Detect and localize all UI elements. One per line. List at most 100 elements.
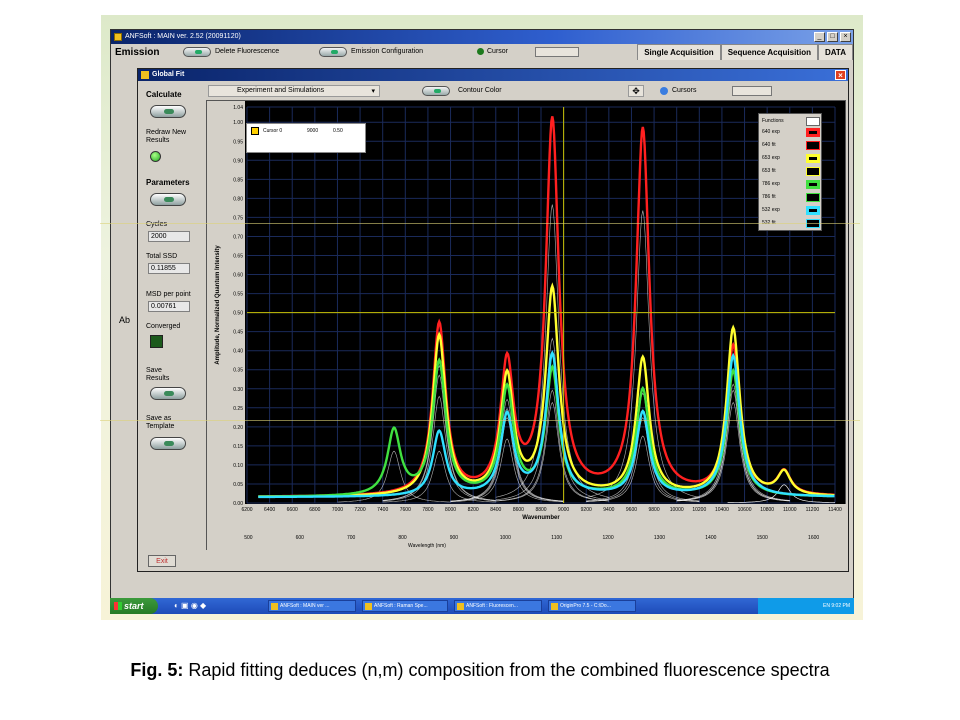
- y-tick-label: 0.10: [233, 463, 243, 469]
- wavelength-tick-label: 600: [296, 535, 305, 541]
- system-tray: EN 9:02 PM: [758, 598, 854, 614]
- wavelength-tick-label: 500: [244, 535, 253, 541]
- screenshot: ANFSoft : MAIN ver. 2.52 (20091120) _ □ …: [101, 15, 863, 620]
- cycles-field[interactable]: 2000: [148, 231, 190, 242]
- msd-field: 0.00761: [148, 301, 190, 312]
- tab-data[interactable]: DATA: [817, 44, 853, 60]
- task-main[interactable]: ANFSoft : MAIN ver ...: [268, 600, 356, 612]
- cursor-label: Cursor: [487, 48, 509, 55]
- redraw-led[interactable]: [150, 151, 161, 162]
- save-template-button[interactable]: [150, 437, 186, 450]
- legend-swatch: [806, 128, 820, 137]
- y-tick-label: 0.15: [233, 444, 243, 450]
- wavelength-tick-label: 1300: [654, 535, 665, 541]
- legend-item[interactable]: 653 fit: [761, 166, 821, 177]
- delete-fluorescence-toggle[interactable]: [183, 47, 211, 57]
- wavelength-tick-label: 800: [398, 535, 407, 541]
- wavelength-axis-label: Wavelength (nm): [408, 543, 446, 549]
- dialog-close-icon[interactable]: ×: [835, 70, 846, 80]
- minimize-icon[interactable]: _: [814, 32, 825, 42]
- x-tick-label: 8000: [445, 507, 456, 513]
- task-fluorescence[interactable]: ANFSoft : Fluorescen...: [454, 600, 542, 612]
- maximize-icon[interactable]: □: [827, 32, 838, 42]
- graph-palette-icon[interactable]: [535, 47, 579, 57]
- emission-config-toggle[interactable]: [319, 47, 347, 57]
- x-tick-label: 7200: [355, 507, 366, 513]
- legend-item[interactable]: 653 exp: [761, 153, 821, 164]
- graph-tools-icon[interactable]: [732, 86, 772, 96]
- fit-component-curve: [450, 438, 564, 503]
- spectra-graph[interactable]: 0.00 0.05 0.10 0.15 0.20 0.25 0.30 0.35 0.40 0.45…: [193, 100, 847, 552]
- save-results-button[interactable]: [150, 387, 186, 400]
- y-tick-label: 0.95: [233, 139, 243, 145]
- delete-fluorescence-label: Delete Fluorescence: [215, 48, 280, 55]
- legend-item-label: 653 fit: [762, 168, 776, 174]
- legend-swatch: [806, 193, 820, 202]
- taskbar: start ◐ ▣ ◉ ◆ ANFSoft : MAIN ver ... ANF…: [110, 598, 854, 614]
- y-tick-label: 0.40: [233, 349, 243, 355]
- close-icon[interactable]: ×: [840, 32, 851, 42]
- calculate-button[interactable]: [150, 105, 186, 118]
- zoom-pan-icon[interactable]: ✥: [628, 85, 644, 97]
- guide-line-2: [100, 420, 860, 421]
- chevron-down-icon: ▾: [371, 88, 375, 95]
- save-results-label: Save Results: [146, 367, 170, 382]
- task-origin[interactable]: OriginPro 7.5 - C:\Do...: [548, 600, 636, 612]
- app-icon: [114, 33, 122, 41]
- y-tick-label: 0.80: [233, 196, 243, 202]
- parameters-button[interactable]: [150, 193, 186, 206]
- legend-item[interactable]: 640 exp: [761, 127, 821, 138]
- main-window: ANFSoft : MAIN ver. 2.52 (20091120) _ □ …: [110, 29, 854, 599]
- emission-config-label: Emission Configuration: [351, 48, 423, 55]
- x-tick-label: 6600: [287, 507, 298, 513]
- y-tick-label: 0.90: [233, 158, 243, 164]
- x-tick-label: 6800: [309, 507, 320, 513]
- legend-item-label: 653 exp: [762, 155, 780, 161]
- x-tick-label: 8400: [490, 507, 501, 513]
- tab-sequence-acquisition[interactable]: Sequence Acquisition: [720, 44, 818, 60]
- x-tick-label: 10600: [738, 507, 752, 513]
- x-tick-label: 9800: [649, 507, 660, 513]
- wavelength-tick-label: 1400: [705, 535, 716, 541]
- tab-single-acquisition[interactable]: Single Acquisition: [637, 44, 721, 60]
- graph-toolbar: Experiment and Simulations ▾ Contour Col…: [208, 83, 846, 99]
- x-tick-label: 6400: [264, 507, 275, 513]
- total-ssd-field: 0.11855: [148, 263, 190, 274]
- emission-label: Emission: [115, 47, 160, 58]
- save-template-label: Save as Template: [146, 415, 175, 430]
- legend-item[interactable]: 786 fit: [761, 192, 821, 203]
- acquisition-tabs: Single Acquisition Sequence Acquisition …: [637, 44, 853, 60]
- y-tick-label: 0.75: [233, 215, 243, 221]
- experiment-dropdown[interactable]: Experiment and Simulations ▾: [208, 85, 380, 97]
- wavelength-tick-label: 1100: [551, 535, 562, 541]
- dialog-icon: [141, 71, 149, 79]
- y-tick-label: 0.55: [233, 292, 243, 298]
- legend-item[interactable]: 640 fit: [761, 140, 821, 151]
- x-tick-label: 8600: [513, 507, 524, 513]
- x-tick-label: 11200: [806, 507, 820, 513]
- quick-launch-icons[interactable]: ◐ ▣ ◉ ◆: [174, 601, 206, 610]
- task-raman[interactable]: ANFSoft : Raman Spe...: [362, 600, 448, 612]
- x-tick-label: 7800: [422, 507, 433, 513]
- y-tick-label: 1.00: [233, 120, 243, 126]
- legend-item[interactable]: 532 exp: [761, 205, 821, 216]
- contour-color-toggle[interactable]: [422, 86, 450, 96]
- exit-button[interactable]: Exit: [148, 555, 176, 567]
- legend-item-label: 640 exp: [762, 129, 780, 135]
- legend-title: Functions: [762, 118, 784, 124]
- legend-item[interactable]: 786 exp: [761, 179, 821, 190]
- caption-label: Fig. 5:: [130, 660, 184, 680]
- total-ssd-label: Total SSD: [146, 253, 178, 260]
- calculate-label: Calculate: [146, 90, 182, 99]
- y-tick-label: 0.20: [233, 425, 243, 431]
- y-axis-label: Amplitude, Normalized Quantum Intensity: [215, 245, 221, 365]
- cursor-marker-icon: [251, 127, 259, 135]
- dialog-title: Global Fit: [152, 71, 185, 78]
- legend-swatch: [806, 206, 820, 215]
- start-button[interactable]: start: [110, 598, 158, 614]
- x-tick-label: 7400: [377, 507, 388, 513]
- x-tick-label: 10200: [692, 507, 706, 513]
- x-tick-label: 9200: [581, 507, 592, 513]
- legend-swatch: [806, 167, 820, 176]
- guide-line-1: [100, 223, 860, 224]
